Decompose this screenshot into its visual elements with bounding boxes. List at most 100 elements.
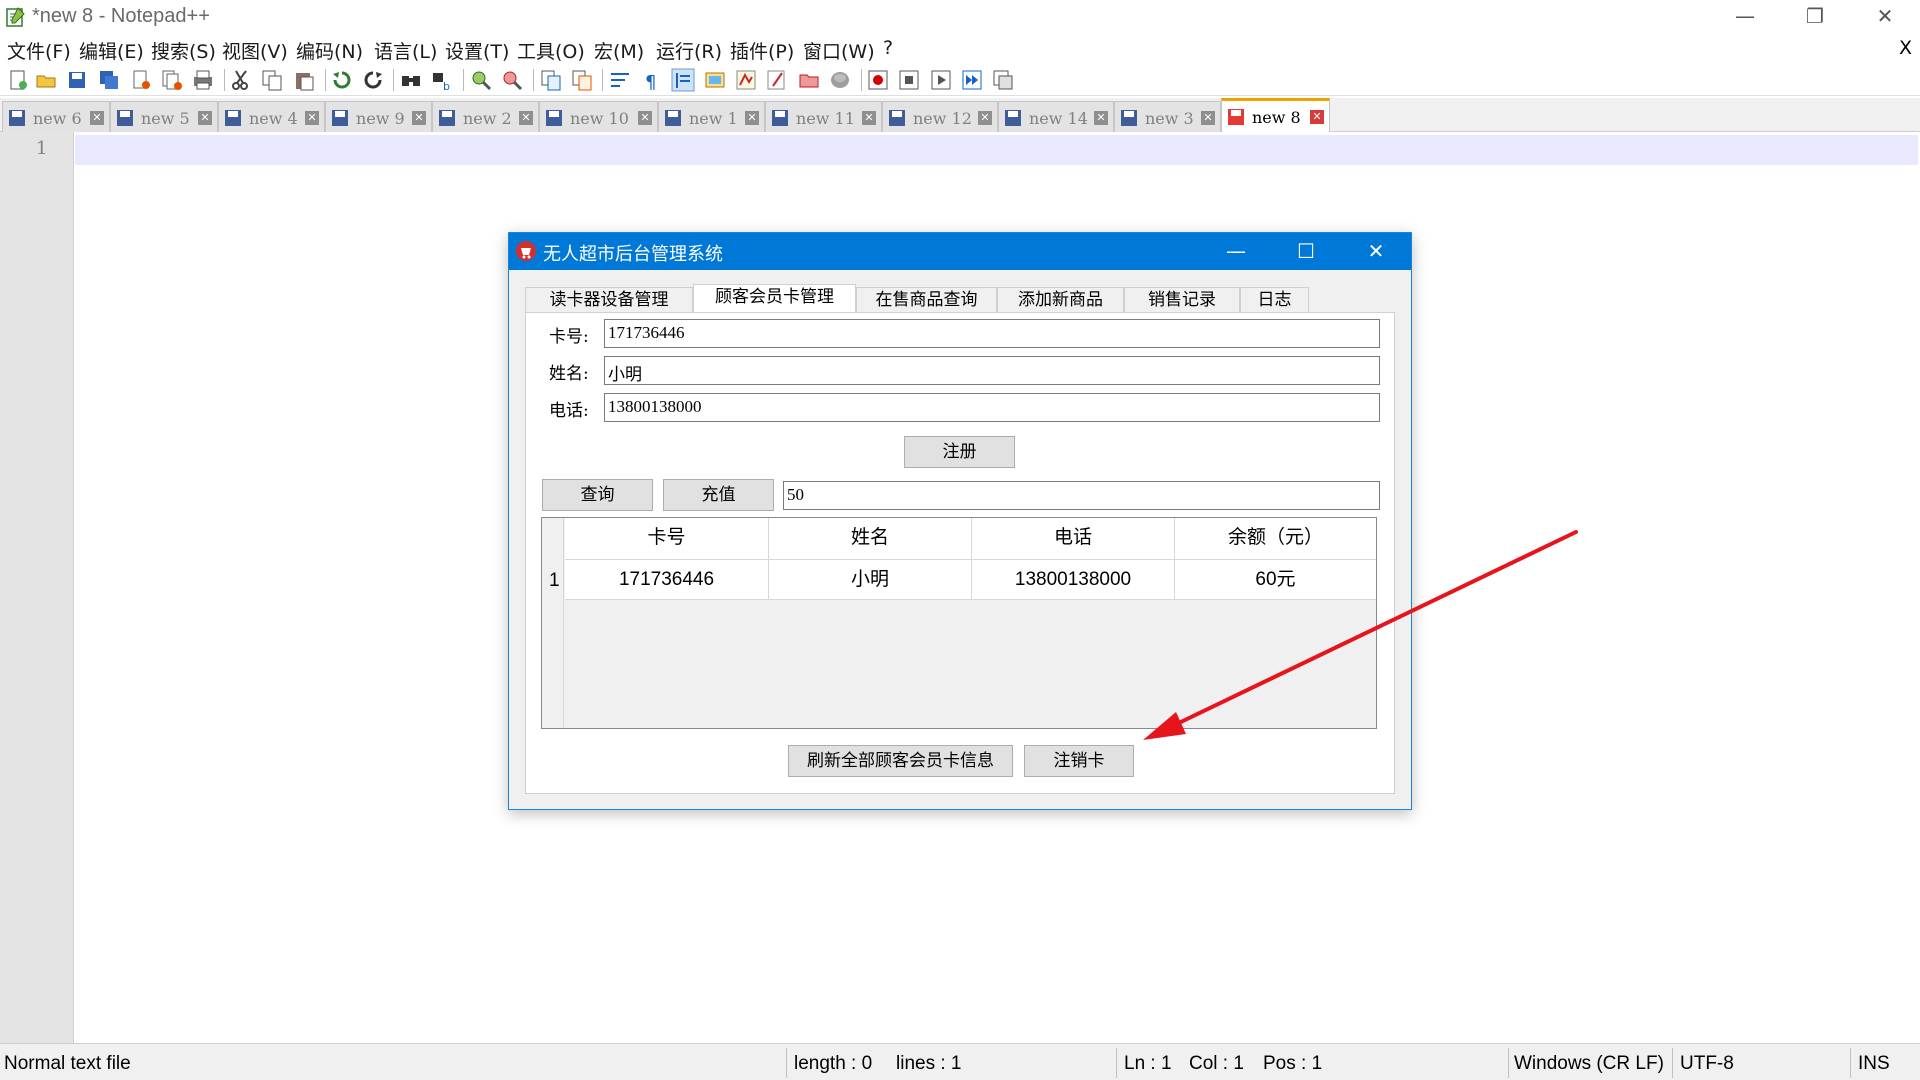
save-macro-icon[interactable] [991,68,1015,92]
document-tab[interactable]: new 12 ✕ [882,101,998,132]
cut-icon[interactable] [229,68,253,92]
close-icon[interactable] [129,68,153,92]
document-tab[interactable]: new 14 ✕ [998,101,1114,132]
minimize-button[interactable]: — [1710,0,1780,34]
phone-input[interactable]: 13800138000 [604,393,1380,422]
dialog-title-bar[interactable]: 无人超市后台管理系统 — ☐ ✕ [509,233,1411,270]
tab-close-icon[interactable]: ✕ [305,111,319,125]
tab-close-icon[interactable]: ✕ [1201,111,1215,125]
function-list-icon[interactable] [734,68,758,92]
show-all-chars-icon[interactable]: ¶ [640,68,664,92]
recharge-button[interactable]: 充值 [663,479,774,511]
word-wrap-icon[interactable] [608,68,632,92]
tab-close-icon[interactable]: ✕ [862,111,876,125]
document-tab[interactable]: new 6 ✕ [2,101,110,132]
sync-vertical-icon[interactable] [539,68,563,92]
tab-add-product[interactable]: 添加新商品 [997,287,1124,312]
tab-close-icon[interactable]: ✕ [745,111,759,125]
menu-file[interactable]: 文件(F) [7,37,71,64]
document-tab[interactable]: new 10 ✕ [539,101,658,132]
table-row-number[interactable]: 1 [549,570,560,592]
close-window-button[interactable]: ✕ [1850,0,1920,34]
query-button[interactable]: 查询 [542,479,653,511]
document-tab[interactable]: new 1 ✕ [658,101,765,132]
column-header-balance[interactable]: 余额（元） [1175,518,1376,560]
cancel-card-button[interactable]: 注销卡 [1024,745,1134,777]
tab-close-icon[interactable]: ✕ [1310,110,1324,124]
tab-close-icon[interactable]: ✕ [198,111,212,125]
print-icon[interactable] [191,68,215,92]
record-macro-icon[interactable] [866,68,890,92]
folder-as-workspace-icon[interactable] [765,68,789,92]
menu-help[interactable]: ? [883,37,893,59]
menu-settings[interactable]: 设置(T) [445,37,509,64]
tab-close-icon[interactable]: ✕ [519,111,533,125]
tab-close-icon[interactable]: ✕ [638,111,652,125]
dialog-close-button[interactable]: ✕ [1341,233,1411,270]
tab-close-icon[interactable]: ✕ [1094,111,1108,125]
dialog-minimize-button[interactable]: — [1201,233,1271,270]
menu-plugins[interactable]: 插件(P) [730,37,794,64]
table-cell-phone[interactable]: 13800138000 [972,560,1175,600]
save-all-icon[interactable] [97,68,121,92]
column-header-phone[interactable]: 电话 [972,518,1175,560]
play-macro-icon[interactable] [929,68,953,92]
tab-close-icon[interactable]: ✕ [90,111,104,125]
replace-icon[interactable]: b [430,68,454,92]
tab-sales-record[interactable]: 销售记录 [1124,287,1240,312]
menu-macro[interactable]: 宏(M) [594,37,644,64]
document-tab[interactable]: new 9 ✕ [325,101,432,132]
menu-window[interactable]: 窗口(W) [803,37,875,64]
find-icon[interactable] [399,68,423,92]
menu-encoding[interactable]: 编码(N) [296,37,363,64]
tab-close-icon[interactable]: ✕ [412,111,426,125]
menu-search[interactable]: 搜索(S) [151,37,216,64]
paste-icon[interactable] [292,68,316,92]
dialog-maximize-button[interactable]: ☐ [1271,233,1341,270]
table-cell-name[interactable]: 小明 [769,560,972,600]
document-tab[interactable]: new 5 ✕ [110,101,218,132]
table-cell-balance[interactable]: 60元 [1175,560,1376,600]
document-tab[interactable]: new 11 ✕ [765,101,882,132]
folder-icon[interactable] [797,68,821,92]
register-button[interactable]: 注册 [904,436,1015,468]
column-header-name[interactable]: 姓名 [769,518,972,560]
doc-map-icon[interactable] [703,68,727,92]
document-tab[interactable]: new 4 ✕ [218,101,325,132]
tab-product-query[interactable]: 在售商品查询 [856,287,997,312]
new-file-icon[interactable] [6,68,30,92]
close-document-button[interactable]: X [1899,37,1912,59]
document-tab[interactable]: new 2 ✕ [432,101,539,132]
redo-icon[interactable] [361,68,385,92]
zoom-out-icon[interactable] [500,68,524,92]
undo-icon[interactable] [330,68,354,92]
tab-reader-device[interactable]: 读卡器设备管理 [525,287,693,312]
recharge-amount-input[interactable]: 50 [783,481,1380,510]
table-cell-card-number[interactable]: 171736446 [565,560,769,600]
tab-close-icon[interactable]: ✕ [978,111,992,125]
menu-tools[interactable]: 工具(O) [517,37,585,64]
menu-edit[interactable]: 编辑(E) [79,37,144,64]
monitoring-icon[interactable] [828,68,852,92]
column-header-card-number[interactable]: 卡号 [565,518,769,560]
menu-run[interactable]: 运行(R) [656,37,722,64]
save-icon[interactable] [65,68,89,92]
sync-horizontal-icon[interactable] [570,68,594,92]
card-number-input[interactable]: 171736446 [604,319,1380,348]
menu-view[interactable]: 视图(V) [222,37,288,64]
tab-member-card[interactable]: 顾客会员卡管理 [693,284,856,312]
document-tab[interactable]: new 8 ✕ [1221,98,1330,132]
close-all-icon[interactable] [160,68,184,92]
zoom-in-icon[interactable] [469,68,493,92]
menu-language[interactable]: 语言(L) [374,37,437,64]
copy-icon[interactable] [260,68,284,92]
document-tab[interactable]: new 3 ✕ [1114,101,1221,132]
open-file-icon[interactable] [34,68,58,92]
indent-guide-icon[interactable] [671,68,695,92]
stop-macro-icon[interactable] [897,68,921,92]
name-input[interactable]: 小明 [604,356,1380,385]
run-macro-multiple-icon[interactable] [960,68,984,92]
refresh-all-cards-button[interactable]: 刷新全部顾客会员卡信息 [788,745,1013,777]
restore-button[interactable]: ❐ [1780,0,1850,34]
tab-log[interactable]: 日志 [1240,287,1309,312]
